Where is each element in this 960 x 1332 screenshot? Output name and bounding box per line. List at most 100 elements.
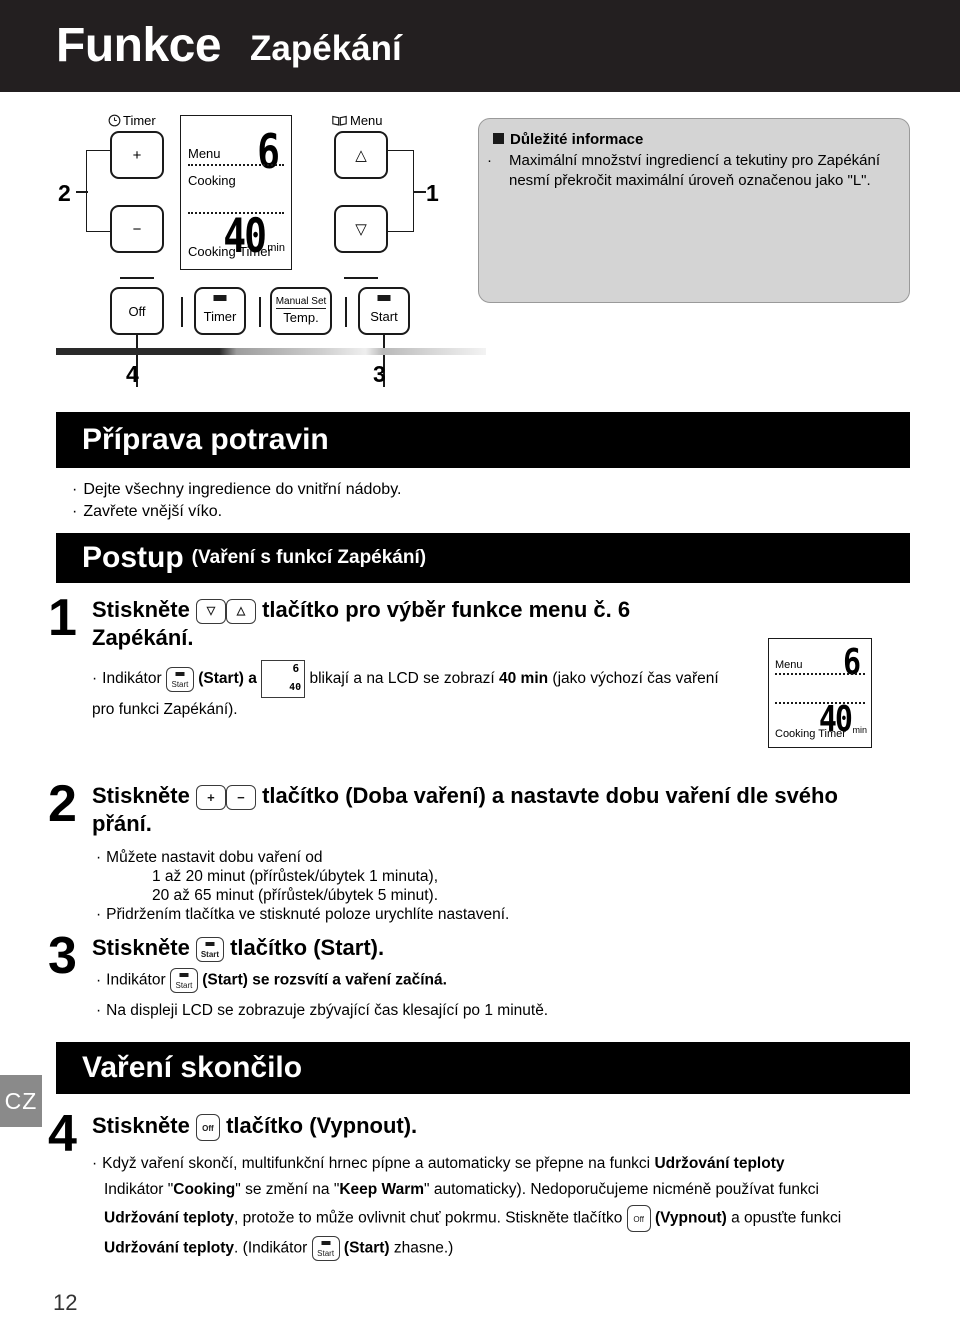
manual-set-label: Manual Set xyxy=(275,296,327,310)
minus-button-inline[interactable]: − xyxy=(225,784,256,810)
start-button-inline-label: Start xyxy=(317,1249,335,1258)
step-2-number: 2 xyxy=(48,775,77,833)
step-4-para-line-4: Udržování teploty. (Indikátor Start (Sta… xyxy=(104,1236,453,1261)
timer-button[interactable]: Timer xyxy=(194,287,246,335)
book-icon xyxy=(332,115,347,126)
step-4-l3-a: Udržování teploty xyxy=(104,1209,235,1227)
bullet-icon: · xyxy=(72,503,78,520)
panel-tick-right xyxy=(344,277,378,279)
start-button-inline[interactable]: Start xyxy=(169,968,198,993)
step-2-bullet-1-text: Můžete nastavit dobu vaření od xyxy=(106,849,323,866)
plus-button-inline[interactable]: + xyxy=(195,784,226,810)
step-1-sub-a: Indikátor xyxy=(102,670,162,688)
step-1-sub-c: blikají a na LCD se zobrazí xyxy=(309,670,495,688)
callout-number-3: 3 xyxy=(373,361,386,387)
lcd-display: Menu 6 Cooking 40 min Cooking Timer xyxy=(180,115,292,270)
square-bullet-icon xyxy=(493,133,504,144)
language-tab-cz: CZ xyxy=(0,1075,42,1127)
minus-button[interactable]: − xyxy=(110,205,164,253)
off-button-inline[interactable]: Off xyxy=(626,1205,651,1232)
menu-down-button[interactable]: ▽ xyxy=(334,205,388,253)
start-button-inline-label: Start xyxy=(171,679,189,689)
section-title-procedure: Postup xyxy=(82,541,184,574)
step-4-l3-c: (Vypnout) xyxy=(655,1209,727,1227)
button-separator-2 xyxy=(259,297,261,327)
plus-button[interactable]: + xyxy=(110,131,164,179)
step-2-bullet-2-text: Přidržením tlačítka ve stisknuté poloze … xyxy=(106,906,510,923)
menu-caption-label: Menu xyxy=(350,113,383,128)
lcd-divider-top xyxy=(188,164,284,168)
step-3-heading-pre: Stiskněte xyxy=(92,935,190,960)
step-1-lcd-figure: Menu 6 40 min Cooking Timer xyxy=(768,638,872,748)
menu-down-button-inline[interactable]: ▽ xyxy=(195,598,226,624)
off-button[interactable]: Off xyxy=(110,287,164,335)
step-4-l1-a: Když vaření skončí, multifunkční hrnec p… xyxy=(102,1155,651,1172)
menu-up-button-inline[interactable]: △ xyxy=(225,598,256,624)
start-button-label: Start xyxy=(370,308,398,324)
start-led-icon xyxy=(205,941,215,946)
lcd-icon-time: 40 xyxy=(289,682,302,693)
off-button-inline[interactable]: Off xyxy=(195,1113,220,1141)
step-1-sub-b: (Start) a xyxy=(198,670,257,688)
important-info-body: · Maximální množství ingrediencí a tekut… xyxy=(487,151,895,191)
step-4-l2-c: " se změní na " xyxy=(235,1181,340,1198)
step-2-heading: Stiskněte + − tlačítko (Doba vaření) a na… xyxy=(92,782,862,837)
step-1-heading: Stiskněte ▽ △ tlačítko pro výběr funkce m… xyxy=(92,596,712,651)
prep-bullet-1-text: Dejte všechny ingredience do vnitřní nád… xyxy=(83,481,402,498)
step-4-l2-a: Indikátor " xyxy=(104,1181,174,1198)
step-4-l4-c: (Start) xyxy=(343,1239,390,1257)
bullet-icon: · xyxy=(92,1155,98,1172)
important-info-title-text: Důležité informace xyxy=(510,131,644,148)
bullet-icon: · xyxy=(487,152,492,169)
step-4-l4-b: . (Indikátor xyxy=(234,1239,308,1257)
start-button-inline[interactable]: Start xyxy=(311,1236,340,1261)
manual-set-temp-button[interactable]: Manual Set Temp. xyxy=(270,287,332,335)
page-header: Funkce Zapékání xyxy=(0,0,960,92)
start-button-inline-label: Start xyxy=(200,949,220,959)
step-3-sub1-b: (Start) se rozsvítí a vaření začíná. xyxy=(202,971,447,989)
step-4-l3-d: a opusťte funkci xyxy=(731,1209,842,1227)
step-3-number: 3 xyxy=(48,927,77,985)
step-1-number: 1 xyxy=(48,589,77,647)
start-button-inline[interactable]: Start xyxy=(165,666,194,692)
important-info-text: Maximální množství ingrediencí a tekutin… xyxy=(509,152,881,189)
panel-tick-left xyxy=(120,277,154,279)
lcd-icon-inline: 6 40 xyxy=(261,660,306,698)
start-button-inline-label: Start xyxy=(175,981,193,990)
step-4-l2-e: " automaticky). Nedoporučujeme nicméně p… xyxy=(424,1181,819,1198)
step-4-heading: Stiskněte Off tlačítko (Vypnout). xyxy=(92,1112,417,1141)
timer-caption-label: Timer xyxy=(123,113,156,128)
step-4-para-line-2: Indikátor "Cooking" se změní na "Keep Wa… xyxy=(104,1178,819,1201)
callout-number-2: 2 xyxy=(58,180,71,206)
callout-brace-2 xyxy=(86,150,112,232)
prep-bullet-1: · Dejte všechny ingredience do vnitřní ná… xyxy=(72,478,401,501)
step-3-bullet-2: · Na displeji LCD se zobrazuje zbývající … xyxy=(96,999,548,1022)
step-2-bullet-2: · Přidržením tlačítka ve stisknuté poloze… xyxy=(96,903,509,926)
button-separator-3 xyxy=(345,297,347,327)
step-4-heading-pre: Stiskněte xyxy=(92,1113,190,1138)
step-3-bullet-1: · Indikátor Start (Start) se rozsvítí a v… xyxy=(96,968,447,993)
start-button-inline[interactable]: Start xyxy=(195,936,224,962)
step-4-l4-d: zhasne.) xyxy=(393,1239,454,1257)
callout-leader-1 xyxy=(414,191,426,193)
step-4-l3-b: , protože to může ovlivnit chuť pokrmu. … xyxy=(234,1209,623,1227)
lcd-icon-menu-number: 6 xyxy=(292,662,300,675)
menu-up-button[interactable]: △ xyxy=(334,131,388,179)
callout-number-1: 1 xyxy=(426,180,439,206)
section-bar-finish: Vaření skončilo xyxy=(56,1042,910,1094)
figure-lcd-menu-label: Menu xyxy=(775,659,803,671)
step-1-bullet: · Indikátor Start (Start) a 6 40 blikají … xyxy=(92,660,732,721)
step-4-heading-post: tlačítko (Vypnout). xyxy=(226,1113,418,1138)
figure-lcd-time-unit: min xyxy=(852,725,867,735)
lcd-cooking-timer-label: Cooking Timer xyxy=(188,244,272,259)
step-4-l1-b: Udržování teploty xyxy=(654,1155,785,1172)
start-button[interactable]: Start xyxy=(358,287,410,335)
page-number: 12 xyxy=(53,1290,78,1315)
section-bar-preparation: Příprava potravin xyxy=(56,412,910,468)
bullet-icon: · xyxy=(96,906,102,923)
figure-lcd-divider-top xyxy=(775,673,865,677)
timer-caption: Timer xyxy=(108,113,156,128)
bullet-icon: · xyxy=(96,971,102,989)
step-4-number: 4 xyxy=(48,1105,77,1163)
bullet-icon: · xyxy=(92,670,98,688)
